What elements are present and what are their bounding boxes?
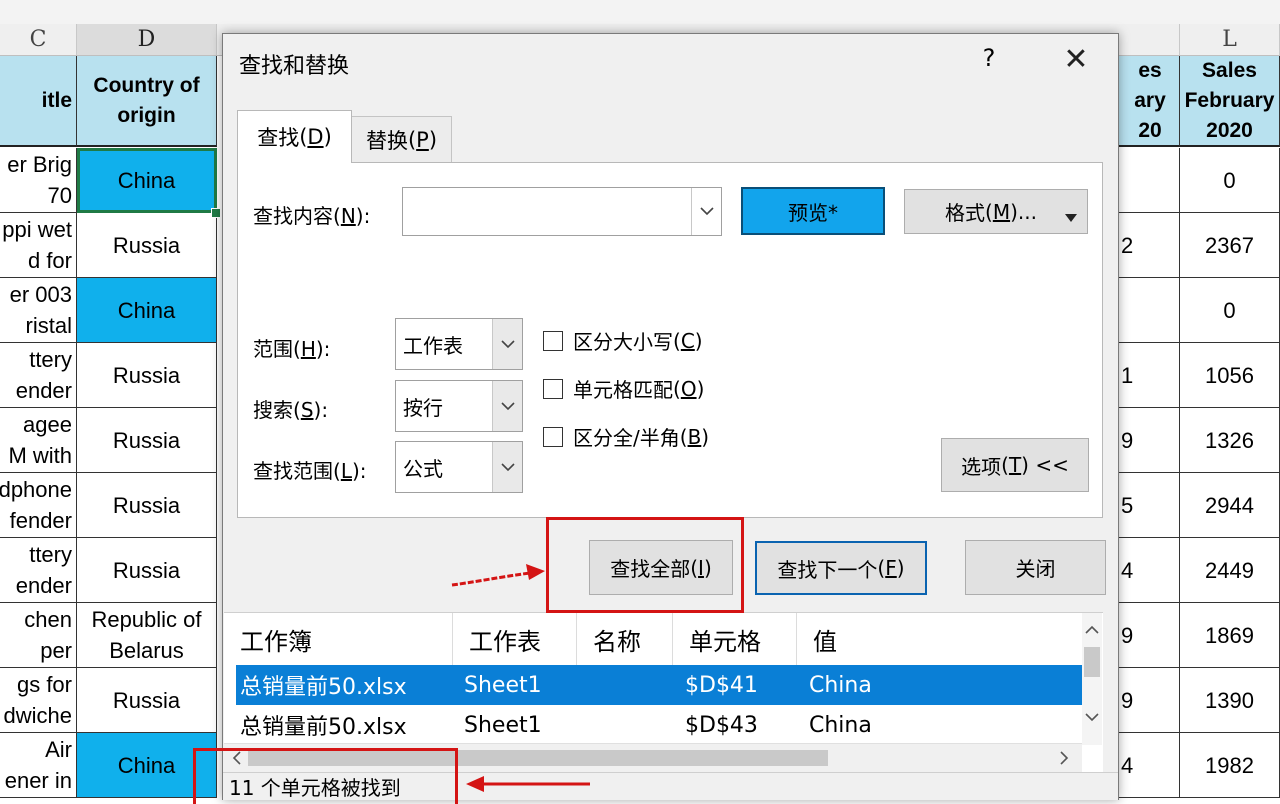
annotation-arrows: [451, 564, 590, 792]
arrow-to-find-all: [451, 564, 545, 587]
arrow-to-status: [466, 776, 590, 792]
tab-find[interactable]: 查找(D): [237, 110, 352, 163]
